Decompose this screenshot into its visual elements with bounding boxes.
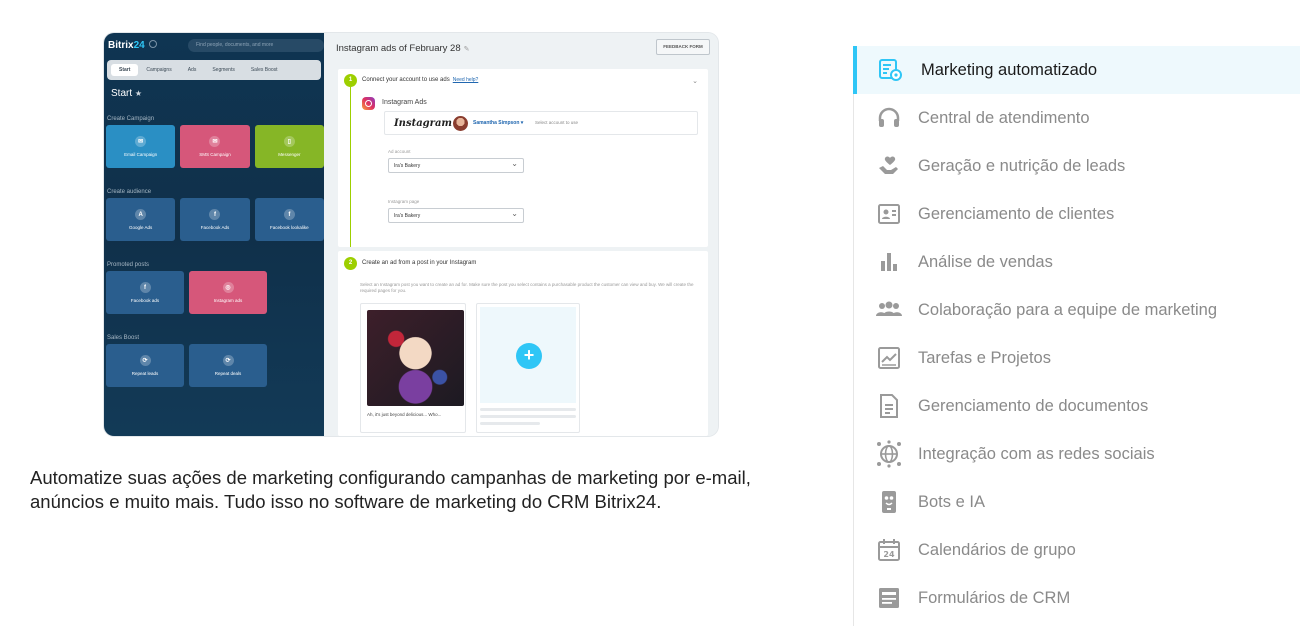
need-help-link: Need help?	[452, 77, 479, 83]
document-icon	[875, 392, 903, 420]
sms-icon: ✉	[209, 136, 221, 147]
facebook-icon: f	[209, 209, 221, 220]
phone-icon: ▯	[283, 136, 295, 147]
bitrix-tabs: Start Campaigns Ads Segments Sales Boost	[107, 60, 321, 80]
contact-card-icon	[875, 200, 903, 228]
repeat-icon: ⟳	[222, 355, 234, 366]
instagram-ads-panel: Instagram ads of February 28 ✎ FEEDBACK F…	[324, 33, 718, 436]
tile-facebook-ads: f Facebook Ads	[180, 198, 250, 241]
ad-account-field: Ad account Ira's Bakery	[388, 149, 528, 189]
svg-text:24: 24	[883, 550, 895, 559]
plus-icon: +	[516, 343, 542, 369]
tile-facebook-post-ads: f Facebook ads	[106, 271, 184, 314]
instagram-wordmark: Instagram	[394, 118, 452, 129]
group-title: Sales Boost	[107, 335, 140, 341]
menu-item-bots-e-ia[interactable]: Bots e IA	[854, 478, 1300, 526]
form-icon	[875, 584, 903, 612]
calendar-icon: 24	[875, 536, 903, 564]
menu-item-geracao-de-leads[interactable]: Geração e nutrição de leads	[854, 142, 1300, 190]
feedback-form-button: FEEDBACK FORM	[656, 39, 710, 55]
instagram-account-box: Instagram Samantha Simpson ▾ Select acco…	[384, 111, 698, 135]
step-title: Create an ad from a post in your Instagr…	[362, 260, 477, 266]
hand-heart-icon	[875, 152, 903, 180]
step-title: Connect your account to use ads Need help…	[362, 77, 479, 83]
facebook-icon: f	[283, 209, 295, 220]
start-heading: Start ★	[111, 88, 143, 99]
team-icon	[875, 296, 903, 324]
instagram-icon: ◎	[222, 282, 234, 293]
tile-sms-campaign: ✉ SMS Campaign	[180, 125, 250, 168]
instagram-ads-label: Instagram Ads	[382, 99, 427, 106]
menu-item-integracao-redes-sociais[interactable]: Integração com as redes sociais	[854, 430, 1300, 478]
google-ads-icon: A	[135, 209, 147, 220]
bitrix-search-input: Find people, documents, and more	[188, 39, 324, 52]
tile-repeat-leads: ⟳ Repeat leads	[106, 344, 184, 387]
instagram-page-select: Ira's Bakery	[388, 208, 524, 223]
tab-start: Start	[111, 64, 139, 76]
menu-item-formularios-de-crm[interactable]: Formulários de CRM	[854, 574, 1300, 622]
post-caption: Ah, it's just beyond delicious... Who...	[367, 412, 442, 417]
menu-item-central-de-atendimento[interactable]: Central de atendimento	[854, 94, 1300, 142]
feature-description: Automatize suas ações de marketing confi…	[30, 467, 751, 512]
task-chart-icon	[875, 344, 903, 372]
instagram-page-field: Instagram page Ira's Bakery	[388, 199, 528, 239]
edit-icon: ✎	[463, 46, 470, 53]
menu-item-gerenciamento-de-documentos[interactable]: Gerenciamento de documentos	[854, 382, 1300, 430]
tab-segments: Segments	[212, 67, 235, 73]
account-select-hint: Select account to use	[535, 120, 579, 125]
menu-item-marketing-automatizado[interactable]: Marketing automatizado	[853, 46, 1300, 94]
instagram-icon	[362, 97, 375, 110]
bar-chart-icon	[875, 248, 903, 276]
cupcake-photo	[367, 310, 464, 406]
star-icon: ★	[134, 89, 143, 98]
ad-account-select: Ira's Bakery	[388, 158, 524, 173]
menu-item-tarefas-e-projetos[interactable]: Tarefas e Projetos	[854, 334, 1300, 382]
email-icon: ✉	[135, 136, 147, 147]
account-name: Samantha Simpson ▾	[473, 120, 524, 126]
robot-icon	[875, 488, 903, 516]
tile-email-campaign: ✉ Email Campaign	[106, 125, 176, 168]
menu-item-colaboracao-marketing[interactable]: Colaboração para a equipe de marketing	[854, 286, 1300, 334]
feature-menu: Marketing automatizado Central de atendi…	[853, 46, 1300, 626]
bitrix-sidebar-panel: Bitrix24 Find people, documents, and mor…	[104, 33, 324, 436]
tile-repeat-deals: ⟳ Repeat deals	[189, 344, 267, 387]
group-title: Create audience	[107, 189, 152, 195]
add-post-card: +	[476, 303, 580, 433]
create-ad-card: 2 Create an ad from a post in your Insta…	[338, 251, 708, 436]
tile-facebook-lookalike: f Facebook lookalike	[254, 198, 324, 241]
group-title: Create Campaign	[107, 116, 155, 122]
avatar	[453, 116, 468, 131]
step-number: 2	[344, 257, 357, 270]
tab-sales-boost: Sales Boost	[250, 67, 278, 73]
group-title: Promoted posts	[107, 262, 150, 268]
menu-item-analise-de-vendas[interactable]: Análise de vendas	[854, 238, 1300, 286]
tile-google-ads: A Google Ads	[106, 198, 176, 241]
instagram-post-card: Ah, it's just beyond delicious... Who...	[360, 303, 466, 433]
menu-item-gerenciamento-de-clientes[interactable]: Gerenciamento de clientes	[854, 190, 1300, 238]
tile-instagram-ads: ◎ Instagram ads	[189, 271, 267, 314]
step-number: 1	[344, 74, 357, 87]
chevron-down-icon: ⌄	[692, 78, 698, 85]
menu-item-calendarios-de-grupo[interactable]: 24 Calendários de grupo	[854, 526, 1300, 574]
panel-title: Instagram ads of February 28 ✎	[336, 43, 470, 54]
headset-icon	[875, 104, 903, 132]
step-description: Select an Instagram post you want to cre…	[360, 282, 694, 293]
bitrix-logo: Bitrix24	[108, 39, 157, 51]
tab-ads: Ads	[187, 67, 197, 73]
tab-campaigns: Campaigns	[146, 67, 172, 73]
repeat-icon: ⟳	[139, 355, 151, 366]
marketing-gear-icon	[877, 56, 905, 84]
globe-network-icon	[875, 440, 903, 468]
product-screenshot: Bitrix24 Find people, documents, and mor…	[104, 33, 718, 436]
facebook-icon: f	[139, 282, 151, 293]
tile-messenger: ▯ Messenger	[254, 125, 324, 168]
connect-account-card: 1 Connect your account to use ads Need he…	[338, 69, 708, 247]
